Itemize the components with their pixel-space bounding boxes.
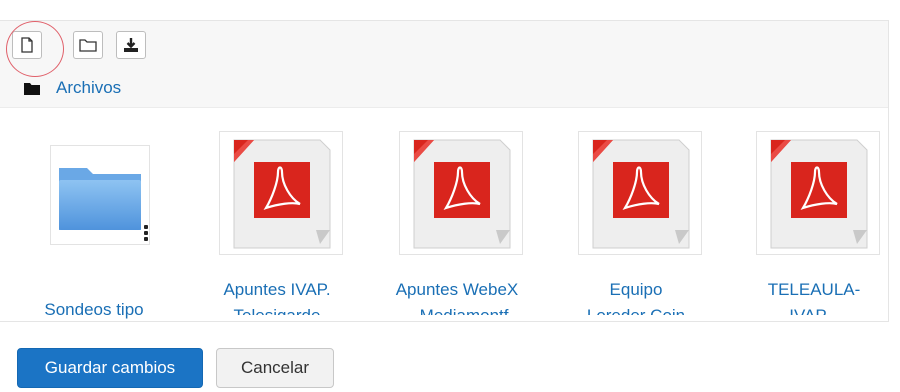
create-folder-button[interactable] (73, 31, 103, 59)
pdf-file-icon (592, 139, 690, 249)
file-grid: Sondeos tipo Apuntes IVAP. Telesigarde (0, 131, 888, 321)
pdf-thumbnail[interactable] (399, 131, 523, 255)
file-name[interactable]: Apuntes WebeX – Mediamontf (367, 277, 547, 315)
highlight-annotation (6, 21, 64, 77)
download-button[interactable] (116, 31, 146, 59)
folder-icon (79, 39, 97, 52)
file-name[interactable]: TELEAULA- IVAP... (724, 277, 888, 315)
file-name[interactable]: Apuntes IVAP. Telesigarde (187, 277, 367, 315)
save-changes-button[interactable]: Guardar cambios (17, 348, 203, 388)
breadcrumb-archivos[interactable]: Archivos (56, 78, 121, 98)
pdf-file-icon (233, 139, 331, 249)
pdf-thumbnail[interactable] (756, 131, 880, 255)
file-name[interactable]: Sondeos tipo (4, 297, 184, 321)
folder-thumbnail[interactable] (50, 145, 150, 245)
pdf-thumbnail[interactable] (578, 131, 702, 255)
pdf-thumbnail[interactable] (219, 131, 343, 255)
more-options-icon[interactable] (144, 225, 148, 243)
folder-icon (24, 82, 40, 95)
download-icon (124, 38, 138, 52)
folder-icon (59, 168, 141, 230)
pdf-file-icon (770, 139, 868, 249)
pdf-file-icon (413, 139, 511, 249)
filepicker: Archivos Sondeos tipo Apuntes IVAP. Apun… (0, 20, 889, 322)
filepicker-toolbar: Archivos (0, 21, 888, 108)
cancel-button[interactable]: Cancelar (216, 348, 334, 388)
file-name[interactable]: Equipo Loreder Coin (546, 277, 726, 315)
breadcrumb: Archivos (24, 77, 121, 99)
